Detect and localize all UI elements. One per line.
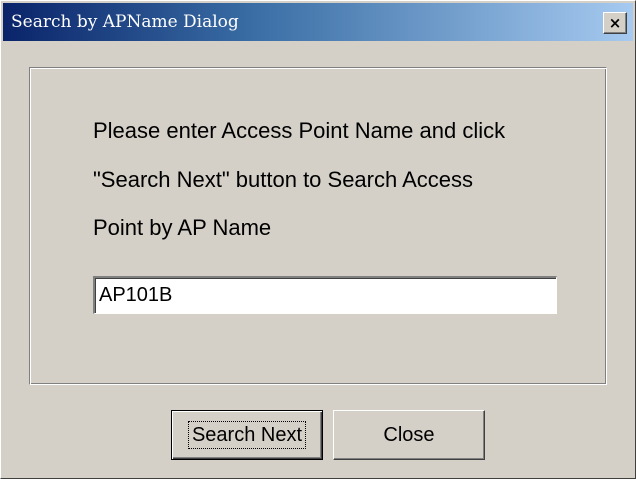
- window-title: Search by APName Dialog: [11, 12, 239, 32]
- search-dialog-window: Search by APName Dialog × Please enter A…: [0, 0, 636, 479]
- search-next-button[interactable]: Search Next: [171, 410, 323, 460]
- close-window-icon[interactable]: ×: [603, 12, 627, 34]
- instruction-line-2: "Search Next" button to Search Access: [93, 167, 474, 192]
- instruction-line-3: Point by AP Name: [93, 215, 272, 240]
- close-button[interactable]: Close: [333, 410, 485, 460]
- instruction-line-1: Please enter Access Point Name and click: [93, 118, 506, 143]
- title-bar[interactable]: Search by APName Dialog ×: [3, 3, 633, 41]
- search-next-label: Search Next: [187, 421, 307, 449]
- ap-name-input[interactable]: [93, 276, 557, 314]
